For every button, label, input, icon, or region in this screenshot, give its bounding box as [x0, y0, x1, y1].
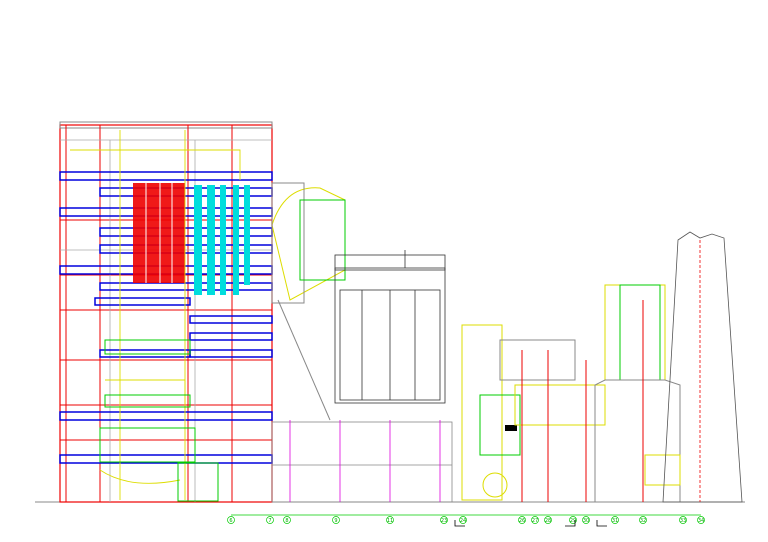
svg-text:28: 28 [545, 518, 551, 524]
svg-text:32: 32 [640, 518, 646, 524]
absorber-tower [594, 284, 681, 502]
svg-text:23: 23 [441, 518, 447, 524]
svg-text:11: 11 [387, 518, 393, 524]
svg-text:31: 31 [612, 518, 618, 524]
svg-text:8: 8 [285, 518, 288, 524]
axis-9: 9 [332, 516, 340, 524]
axis-29: 29 [569, 516, 577, 524]
svg-text:9: 9 [334, 518, 337, 524]
air-preheater-duct [271, 182, 346, 421]
axis-8: 8 [283, 516, 291, 524]
axis-7: 7 [266, 516, 274, 524]
chimney [662, 231, 743, 503]
svg-text:6: 6 [229, 518, 232, 524]
axis-6: 6 [227, 516, 235, 524]
svg-text:34: 34 [698, 518, 704, 524]
support-structure [271, 420, 453, 503]
svg-text:7: 7 [268, 518, 271, 524]
axis-11: 11 [386, 516, 394, 524]
axis-labels: 6 7 8 9 11 23 24 26 27 28 29 30 31 32 33… [227, 516, 705, 524]
axis-32: 32 [639, 516, 647, 524]
svg-text:27: 27 [532, 518, 538, 524]
axis-26: 26 [518, 516, 526, 524]
axis-24: 24 [459, 516, 467, 524]
induced-draft-fan-area [461, 324, 606, 502]
axis-23: 23 [440, 516, 448, 524]
axis-27: 27 [531, 516, 539, 524]
axis-31: 31 [611, 516, 619, 524]
svg-text:30: 30 [583, 518, 589, 524]
cad-drawing: 6 7 8 9 11 23 24 26 27 28 29 30 31 32 33… [35, 121, 745, 527]
axis-28: 28 [544, 516, 552, 524]
svg-text:26: 26 [519, 518, 525, 524]
precipitator [334, 250, 446, 404]
svg-text:33: 33 [680, 518, 686, 524]
svg-text:24: 24 [460, 518, 466, 524]
furnace [133, 183, 185, 283]
axis-34: 34 [697, 516, 705, 524]
axis-33: 33 [679, 516, 687, 524]
axis-30: 30 [582, 516, 590, 524]
convection-pass [194, 185, 250, 295]
